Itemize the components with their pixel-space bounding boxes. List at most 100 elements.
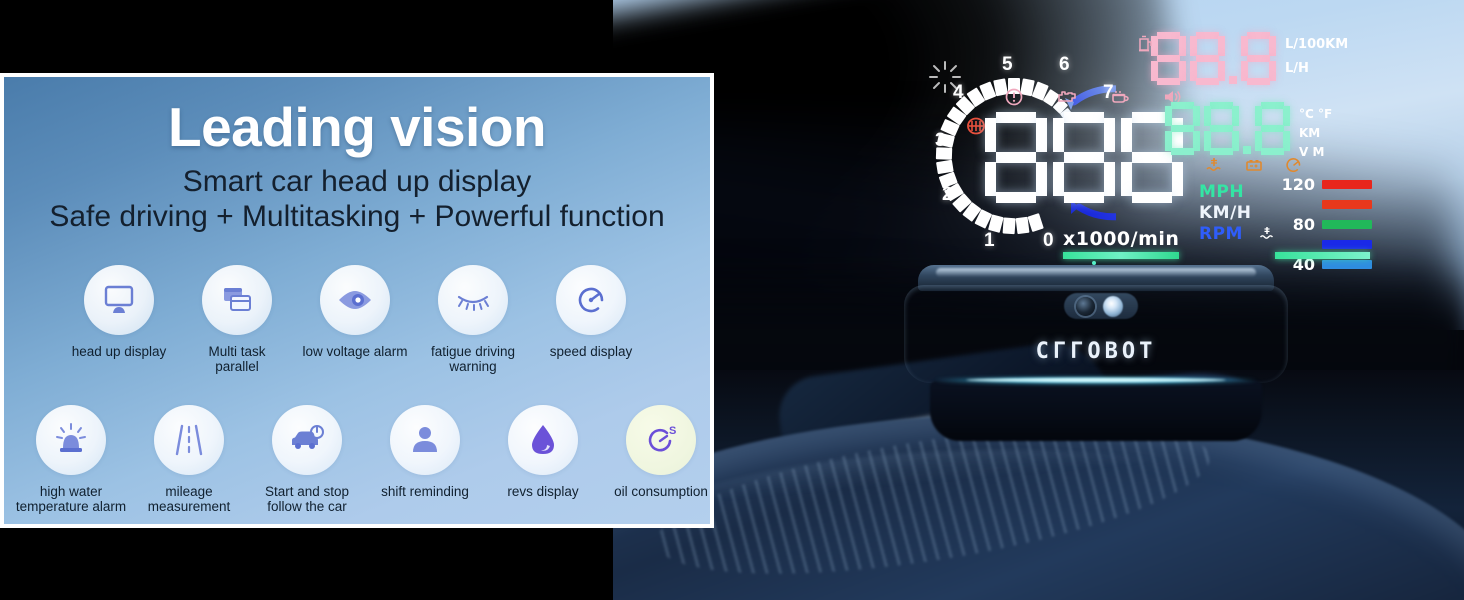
speedometer-small-icon [1285,157,1303,173]
siren-beacon-icon [56,423,86,452]
feature-label: shift reminding [381,484,469,499]
bar-row [1275,236,1372,253]
fuel-digit-3 [1241,32,1276,86]
exclamation-circle-icon [1003,88,1025,106]
bar-fill-red-1 [1322,180,1372,189]
temp-unit-1: °C °F [1299,107,1333,121]
feature-start-stop-follow-car[interactable]: Start and stop follow the car [248,405,366,514]
fuel-digit-1 [1151,32,1186,86]
feature-label: speed display [549,344,633,359]
device-base [930,381,1262,441]
fuel-digit-2 [1190,32,1225,86]
speed-value-display [985,112,1183,204]
bar-fill-blue [1322,240,1372,249]
feature-label: high water temperature alarm [15,484,127,514]
temp-decimal-point [1243,146,1251,154]
temp-digit-2 [1204,102,1239,156]
icon-bubble [556,265,626,335]
temperature-progress-bar [1275,252,1370,259]
feature-high-water-temperature-alarm[interactable]: high water temperature alarm [12,405,130,514]
tach-tick-5: 5 [1002,54,1013,75]
tach-tick-2: 2 [942,184,953,205]
gearbox-icon [965,116,987,136]
bar-value-80: 80 [1292,215,1315,234]
unit-rpm: RPM [1199,224,1243,244]
monitor-display-icon [104,285,134,313]
temp-digit-1 [1165,102,1200,156]
icon-bubble [320,265,390,335]
led-light-icon [1103,296,1123,317]
bar-fill-red-2 [1322,200,1372,209]
hud-projection: 0 1 2 3 4 5 6 7 x1000/min L/100KM L/H °C… [903,30,1372,280]
feature-row-2: high water temperature alarm mileage measu… [12,405,720,514]
coffee-cup-icon [1109,88,1131,106]
icon-bubble [202,265,272,335]
fuel-unit-1: L/100KM [1285,37,1349,52]
coolant-temp-icon [1205,157,1223,173]
bar-row: 120 [1275,175,1372,194]
svg-text:S: S [669,425,676,437]
feature-label: revs display [507,484,579,499]
tach-tick-4: 4 [953,82,964,103]
icon-bubble [438,265,508,335]
feature-low-voltage-alarm[interactable]: low voltage alarm [296,265,414,374]
icon-bubble [390,405,460,475]
coolant-temp-icon [1259,226,1275,241]
icon-bubble [272,405,342,475]
temp-digit-3 [1255,102,1290,156]
feature-label: oil consumption [614,484,708,499]
speed-digit-1 [985,112,1047,204]
tach-tick-1: 1 [984,230,995,251]
hud-device: CΓΓOBOT [896,261,1296,441]
timer-seconds-icon: S [648,425,676,452]
rpm-scale-label: x1000/min [1063,228,1180,250]
water-drop-icon [532,425,554,454]
tach-tick-0: 0 [1043,230,1054,251]
fuel-decimal-point [1229,76,1237,84]
feature-shift-reminding[interactable]: shift reminding [366,405,484,514]
unit-mph: MPH [1199,182,1245,202]
brand-logo: CΓΓOBOT [1035,339,1157,364]
temp-unit-2: KM [1299,126,1321,140]
warning-icon-row [1003,88,1184,106]
feature-row-1: head up display Multi task parallel low … [60,265,650,374]
icon-bubble [36,405,106,475]
feature-speed-display[interactable]: speed display [532,265,650,374]
eye-icon [339,291,371,309]
unit-kmh: KM/H [1199,203,1252,223]
icon-bubble [84,265,154,335]
feature-revs-display[interactable]: revs display [484,405,602,514]
mini-icon-row [1205,157,1303,173]
bar-fill-green [1322,220,1372,229]
speed-digit-2 [1053,112,1115,204]
unit-labels: MPH KM/H RPM [1199,182,1252,245]
feature-label: low voltage alarm [302,344,408,359]
feature-multi-task-parallel[interactable]: Multi task parallel [178,265,296,374]
feature-label: Start and stop follow the car [264,484,350,514]
person-icon [413,427,437,452]
icon-bubble: S [626,405,696,475]
closed-eye-icon [457,295,489,311]
bar-row [1275,196,1372,213]
tach-tick-3: 3 [935,130,946,151]
icon-bubble [154,405,224,475]
speedometer-icon [578,287,604,313]
subtitle-line-2: Safe driving + Multitasking + Powerful f… [49,200,665,233]
road-lanes-icon [175,424,203,456]
fuel-unit-2: L/H [1285,61,1309,76]
fuel-readout [1151,32,1276,86]
feature-oil-consumption[interactable]: S oil consumption [602,405,720,514]
subtitle-line-1: Smart car head up display [182,165,532,198]
feature-label: mileage measurement [147,484,231,514]
battery-icon [1245,157,1263,173]
stacked-windows-icon [224,288,251,311]
feature-mileage-measurement[interactable]: mileage measurement [130,405,248,514]
rpm-progress-bar [1063,252,1179,259]
icon-bubble [508,405,578,475]
feature-label: Multi task parallel [208,344,266,374]
bar-value-120: 120 [1281,175,1315,194]
feature-head-up-display[interactable]: head up display [60,265,178,374]
feature-fatigue-driving-warning[interactable]: fatigue driving warning [414,265,532,374]
bar-fill-lightblue [1322,260,1372,269]
speed-bar-graph: 120 80 40 [1275,175,1372,276]
